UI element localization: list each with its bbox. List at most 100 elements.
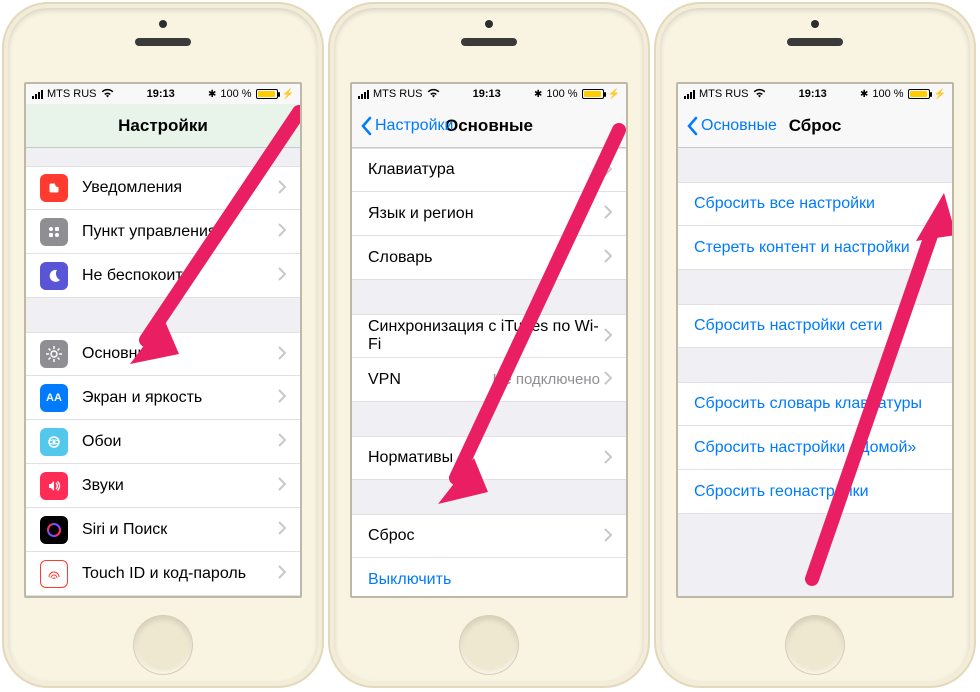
general-item-reset[interactable]: Сброс bbox=[352, 514, 626, 558]
general-item-keyboard[interactable]: Клавиатура bbox=[352, 148, 626, 192]
bluetooth-icon: ✱ bbox=[860, 89, 868, 100]
cell-label: Основные bbox=[82, 345, 278, 363]
cell-label: Выключить bbox=[368, 571, 612, 589]
chevron-right-icon bbox=[604, 247, 612, 268]
reset-item-erase-all[interactable]: Стереть контент и настройки bbox=[678, 226, 952, 270]
chevron-right-icon bbox=[278, 563, 286, 584]
nav-header: Настройки Основные bbox=[352, 104, 626, 148]
home-button[interactable] bbox=[460, 616, 518, 674]
notifications-icon bbox=[40, 174, 68, 202]
settings-item-touchid[interactable]: Touch ID и код-пароль bbox=[26, 552, 300, 596]
reset-item-network[interactable]: Сбросить настройки сети bbox=[678, 304, 952, 348]
carrier-label: MTS RUS bbox=[47, 88, 97, 100]
chevron-right-icon bbox=[278, 178, 286, 199]
settings-item-sounds[interactable]: Звуки bbox=[26, 464, 300, 508]
general-icon bbox=[40, 340, 68, 368]
cell-label: Звуки bbox=[82, 477, 278, 495]
settings-item-wallpaper[interactable]: Обои bbox=[26, 420, 300, 464]
battery-icon bbox=[256, 89, 278, 99]
touchid-icon bbox=[40, 560, 68, 588]
wifi-icon bbox=[101, 88, 114, 101]
general-item-itunes-wifi[interactable]: Синхронизация с iTunes по Wi-Fi bbox=[352, 314, 626, 358]
reset-item-home[interactable]: Сбросить настройки «Домой» bbox=[678, 426, 952, 470]
page-title: Настройки bbox=[26, 116, 300, 136]
cell-label: Нормативы bbox=[368, 449, 604, 467]
settings-item-display[interactable]: AA Экран и яркость bbox=[26, 376, 300, 420]
battery-icon bbox=[582, 89, 604, 99]
chevron-right-icon bbox=[604, 526, 612, 547]
bluetooth-icon: ✱ bbox=[208, 89, 216, 100]
cell-label: Сбросить геонастройки bbox=[694, 483, 938, 501]
nav-header: Настройки bbox=[26, 104, 300, 148]
chevron-right-icon bbox=[278, 387, 286, 408]
charging-icon: ⚡ bbox=[608, 89, 620, 100]
cell-label: Экран и яркость bbox=[82, 389, 278, 407]
general-item-regulatory[interactable]: Нормативы bbox=[352, 436, 626, 480]
speaker-icon bbox=[787, 38, 843, 46]
settings-item-siri[interactable]: Siri и Поиск bbox=[26, 508, 300, 552]
cell-label: Уведомления bbox=[82, 179, 278, 197]
chevron-right-icon bbox=[278, 431, 286, 452]
status-time: 19:13 bbox=[799, 88, 827, 100]
cell-label: VPN bbox=[368, 371, 493, 389]
bluetooth-icon: ✱ bbox=[534, 89, 542, 100]
battery-pct: 100 % bbox=[546, 88, 577, 100]
siri-icon bbox=[40, 516, 68, 544]
status-time: 19:13 bbox=[473, 88, 501, 100]
reset-item-all-settings[interactable]: Сбросить все настройки bbox=[678, 182, 952, 226]
battery-pct: 100 % bbox=[872, 88, 903, 100]
controlcenter-icon bbox=[40, 218, 68, 246]
chevron-right-icon bbox=[604, 448, 612, 469]
cell-label: Сбросить настройки «Домой» bbox=[694, 439, 938, 457]
cell-label: Сбросить настройки сети bbox=[694, 317, 938, 335]
signal-icon bbox=[358, 90, 369, 99]
camera-icon bbox=[485, 20, 493, 28]
general-item-vpn[interactable]: VPN Не подключено bbox=[352, 358, 626, 402]
cell-label: Стереть контент и настройки bbox=[694, 239, 938, 257]
cell-label: Touch ID и код-пароль bbox=[82, 565, 278, 583]
cell-label: Обои bbox=[82, 433, 278, 451]
reset-item-location[interactable]: Сбросить геонастройки bbox=[678, 470, 952, 514]
cell-label: Siri и Поиск bbox=[82, 521, 278, 539]
carrier-label: MTS RUS bbox=[373, 88, 423, 100]
display-icon: AA bbox=[40, 384, 68, 412]
cell-label: Клавиатура bbox=[368, 161, 604, 179]
chevron-right-icon bbox=[604, 203, 612, 224]
settings-list: Уведомления Пункт управления Не беспокои… bbox=[26, 148, 300, 596]
chevron-right-icon bbox=[278, 519, 286, 540]
cell-label: Сбросить все настройки bbox=[694, 195, 938, 213]
screen-general: MTS RUS 19:13 ✱ 100 % ⚡ Настройки Основн… bbox=[350, 82, 628, 598]
home-button[interactable] bbox=[134, 616, 192, 674]
settings-item-notifications[interactable]: Уведомления bbox=[26, 166, 300, 210]
cell-label: Пункт управления bbox=[82, 223, 278, 241]
home-button[interactable] bbox=[786, 616, 844, 674]
screen-reset: MTS RUS 19:13 ✱ 100 % ⚡ Основные Сброс bbox=[676, 82, 954, 598]
chevron-right-icon bbox=[604, 160, 612, 181]
cell-label: Сброс bbox=[368, 527, 604, 545]
carrier-label: MTS RUS bbox=[699, 88, 749, 100]
back-label: Настройки bbox=[375, 117, 453, 135]
general-item-shutdown[interactable]: Выключить bbox=[352, 558, 626, 596]
cell-label: Сбросить словарь клавиатуры bbox=[694, 395, 938, 413]
cell-label: Язык и регион bbox=[368, 205, 604, 223]
status-bar: MTS RUS 19:13 ✱ 100 % ⚡ bbox=[26, 84, 300, 104]
settings-item-controlcenter[interactable]: Пункт управления bbox=[26, 210, 300, 254]
general-item-dictionary[interactable]: Словарь bbox=[352, 236, 626, 280]
wifi-icon bbox=[753, 88, 766, 101]
camera-icon bbox=[159, 20, 167, 28]
settings-item-dnd[interactable]: Не беспокоить bbox=[26, 254, 300, 298]
phone-general: MTS RUS 19:13 ✱ 100 % ⚡ Настройки Основн… bbox=[328, 2, 650, 688]
phone-reset: MTS RUS 19:13 ✱ 100 % ⚡ Основные Сброс bbox=[654, 2, 976, 688]
camera-icon bbox=[811, 20, 819, 28]
settings-item-general[interactable]: Основные bbox=[26, 332, 300, 376]
speaker-icon bbox=[135, 38, 191, 46]
screen-settings: MTS RUS 19:13 ✱ 100 % ⚡ Настройки bbox=[24, 82, 302, 598]
cell-label: Не беспокоить bbox=[82, 267, 278, 285]
charging-icon: ⚡ bbox=[282, 89, 294, 100]
reset-item-keyboard-dict[interactable]: Сбросить словарь клавиатуры bbox=[678, 382, 952, 426]
back-button[interactable]: Настройки bbox=[360, 116, 453, 136]
back-button[interactable]: Основные bbox=[686, 116, 777, 136]
speaker-icon bbox=[461, 38, 517, 46]
wifi-icon bbox=[427, 88, 440, 101]
general-item-language[interactable]: Язык и регион bbox=[352, 192, 626, 236]
